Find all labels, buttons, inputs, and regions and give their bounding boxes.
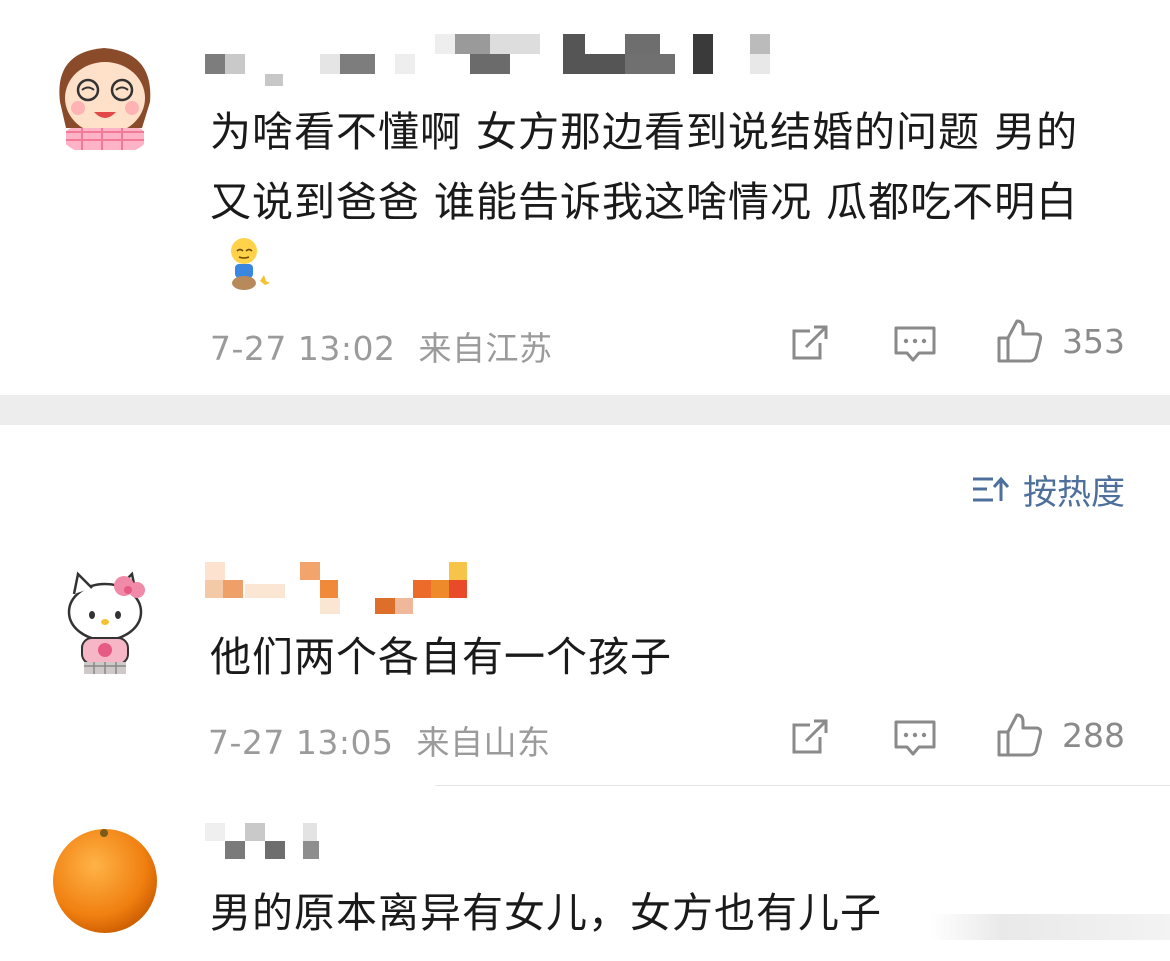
- avatar[interactable]: [42, 32, 168, 158]
- avatar[interactable]: [42, 560, 168, 686]
- comment-icon: [894, 720, 936, 756]
- share-icon: [792, 325, 828, 360]
- watermark-strip: [930, 914, 1170, 940]
- comment-meta: 7-27 13:02 来自江苏: [210, 322, 553, 370]
- like-count: 353: [1062, 322, 1125, 361]
- comment-text: 他们两个各自有一个孩子: [210, 633, 672, 681]
- username-blurred[interactable]: [205, 562, 485, 614]
- like-button[interactable]: [996, 318, 1044, 368]
- sort-label: 按热度: [1023, 473, 1125, 513]
- comment-text: 为啥看不懂啊 女方那边看到说结婚的问题 男的又说到爸爸 谁能告诉我这啥情况 瓜都…: [210, 97, 1110, 314]
- comment-text: 男的原本离异有女儿，女方也有儿子: [210, 889, 882, 937]
- share-button[interactable]: [790, 323, 830, 367]
- comment-time: 7-27 13:05: [208, 723, 394, 762]
- thumbs-up-icon: [997, 319, 1043, 363]
- orange-avatar-icon: [45, 818, 165, 938]
- reply-button[interactable]: [893, 325, 937, 369]
- cartoon-girl-avatar-icon: [45, 35, 165, 155]
- comment-icon: [894, 326, 936, 362]
- like-count: 288: [1062, 716, 1125, 755]
- share-button[interactable]: [790, 717, 830, 761]
- sort-icon: [973, 476, 1009, 501]
- reply-button[interactable]: [893, 719, 937, 763]
- username-blurred[interactable]: [205, 34, 775, 86]
- username-blurred[interactable]: [205, 823, 325, 859]
- share-icon: [792, 719, 828, 754]
- thumbs-up-icon: [997, 713, 1043, 757]
- comment-separator: [435, 785, 1170, 786]
- comment-time: 7-27 13:02: [210, 329, 396, 368]
- section-divider: [0, 395, 1170, 425]
- like-button[interactable]: [996, 712, 1044, 762]
- hello-kitty-avatar-icon: [45, 563, 165, 683]
- avatar[interactable]: [42, 815, 168, 941]
- comment-meta: 7-27 13:05 来自山东: [208, 716, 551, 764]
- sort-toggle[interactable]: 按热度: [971, 465, 1125, 514]
- emoji-icon: [228, 237, 270, 314]
- comment-location: 来自山东: [416, 723, 551, 762]
- comment-location: 来自江苏: [418, 329, 553, 368]
